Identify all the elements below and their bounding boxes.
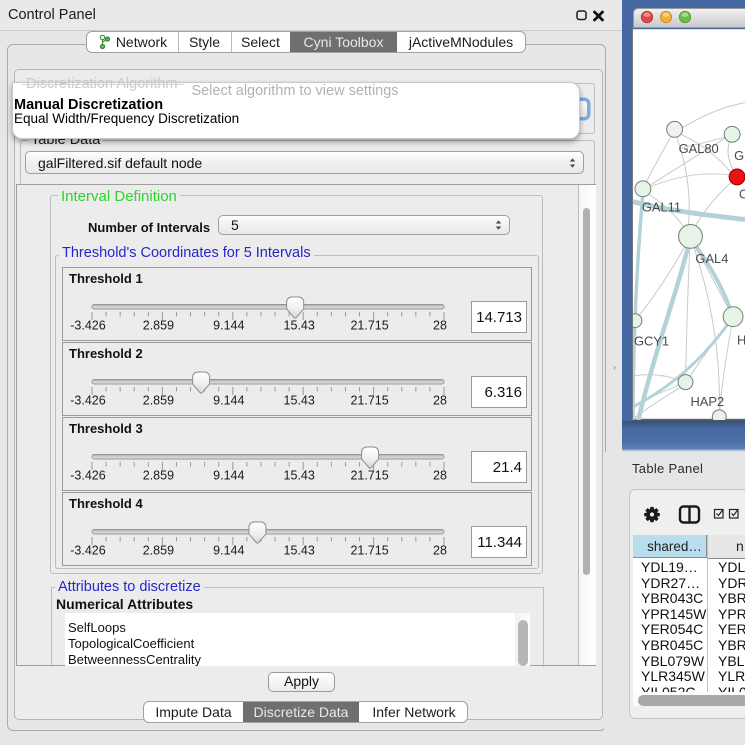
svg-text:21.715: 21.715 xyxy=(350,319,388,333)
svg-text:-3.426: -3.426 xyxy=(70,544,105,558)
svg-text:2.859: 2.859 xyxy=(143,544,174,558)
svg-text:15.43: 15.43 xyxy=(284,319,315,333)
svg-text:28: 28 xyxy=(433,469,447,483)
svg-text:GAL4: GAL4 xyxy=(695,251,728,266)
svg-text:28: 28 xyxy=(433,394,447,408)
svg-text:GAL80: GAL80 xyxy=(679,141,719,156)
svg-text:2.859: 2.859 xyxy=(143,394,174,408)
svg-text:21.715: 21.715 xyxy=(350,394,388,408)
svg-text:9.144: 9.144 xyxy=(213,394,244,408)
svg-text:15.43: 15.43 xyxy=(284,544,315,558)
svg-text:GCY1: GCY1 xyxy=(634,333,669,348)
svg-text:GAL11: GAL11 xyxy=(642,200,681,215)
svg-text:21.715: 21.715 xyxy=(350,469,388,483)
svg-text:-3.426: -3.426 xyxy=(70,319,105,333)
svg-text:15.43: 15.43 xyxy=(284,469,315,483)
svg-text:2.859: 2.859 xyxy=(143,319,174,333)
svg-text:G.: G. xyxy=(734,148,745,163)
svg-text:21.715: 21.715 xyxy=(350,544,388,558)
svg-text:9.144: 9.144 xyxy=(213,544,244,558)
svg-text:-3.426: -3.426 xyxy=(70,394,105,408)
svg-text:9.144: 9.144 xyxy=(213,319,244,333)
svg-text:-3.426: -3.426 xyxy=(70,469,105,483)
svg-text:HAP2: HAP2 xyxy=(690,394,724,409)
svg-text:28: 28 xyxy=(433,544,447,558)
svg-text:28: 28 xyxy=(433,319,447,333)
svg-text:C: C xyxy=(739,187,745,202)
svg-text:15.43: 15.43 xyxy=(284,394,315,408)
svg-text:2.859: 2.859 xyxy=(143,469,174,483)
svg-text:9.144: 9.144 xyxy=(213,469,244,483)
svg-text:H: H xyxy=(737,332,745,347)
